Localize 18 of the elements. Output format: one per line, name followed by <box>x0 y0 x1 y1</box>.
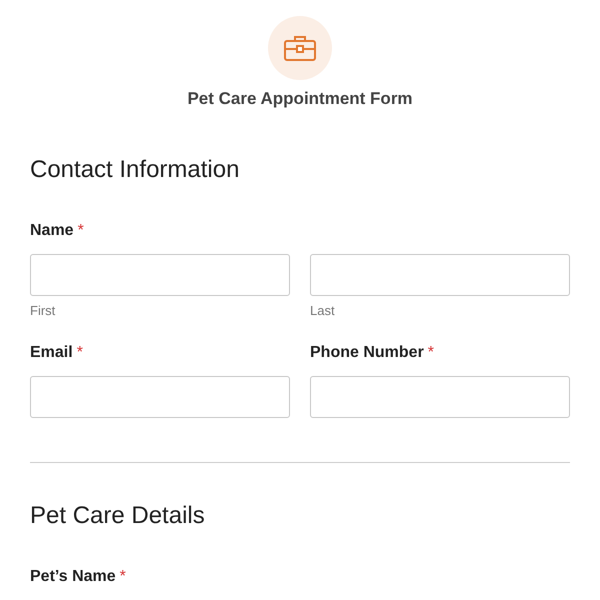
required-asterisk: * <box>78 222 84 239</box>
section-heading: Pet Care Details <box>30 502 206 530</box>
field-label: Pet’s Name <box>30 568 116 585</box>
sublabel: Last <box>310 303 336 318</box>
sublabel: First <box>30 303 56 318</box>
text-field[interactable] <box>30 376 290 418</box>
required-asterisk: * <box>120 568 126 585</box>
required-asterisk: * <box>428 344 434 361</box>
text-field[interactable] <box>310 376 570 418</box>
field-label: Phone Number <box>310 344 424 361</box>
section-heading: Contact Information <box>30 156 240 184</box>
field-label: Email <box>30 344 73 361</box>
briefcase-icon <box>284 35 316 61</box>
field-label: Name <box>30 222 74 239</box>
text-field[interactable] <box>30 254 290 296</box>
required-asterisk: * <box>76 344 83 361</box>
form-title: Pet Care Appointment Form <box>187 89 413 109</box>
text-field[interactable] <box>310 254 570 296</box>
